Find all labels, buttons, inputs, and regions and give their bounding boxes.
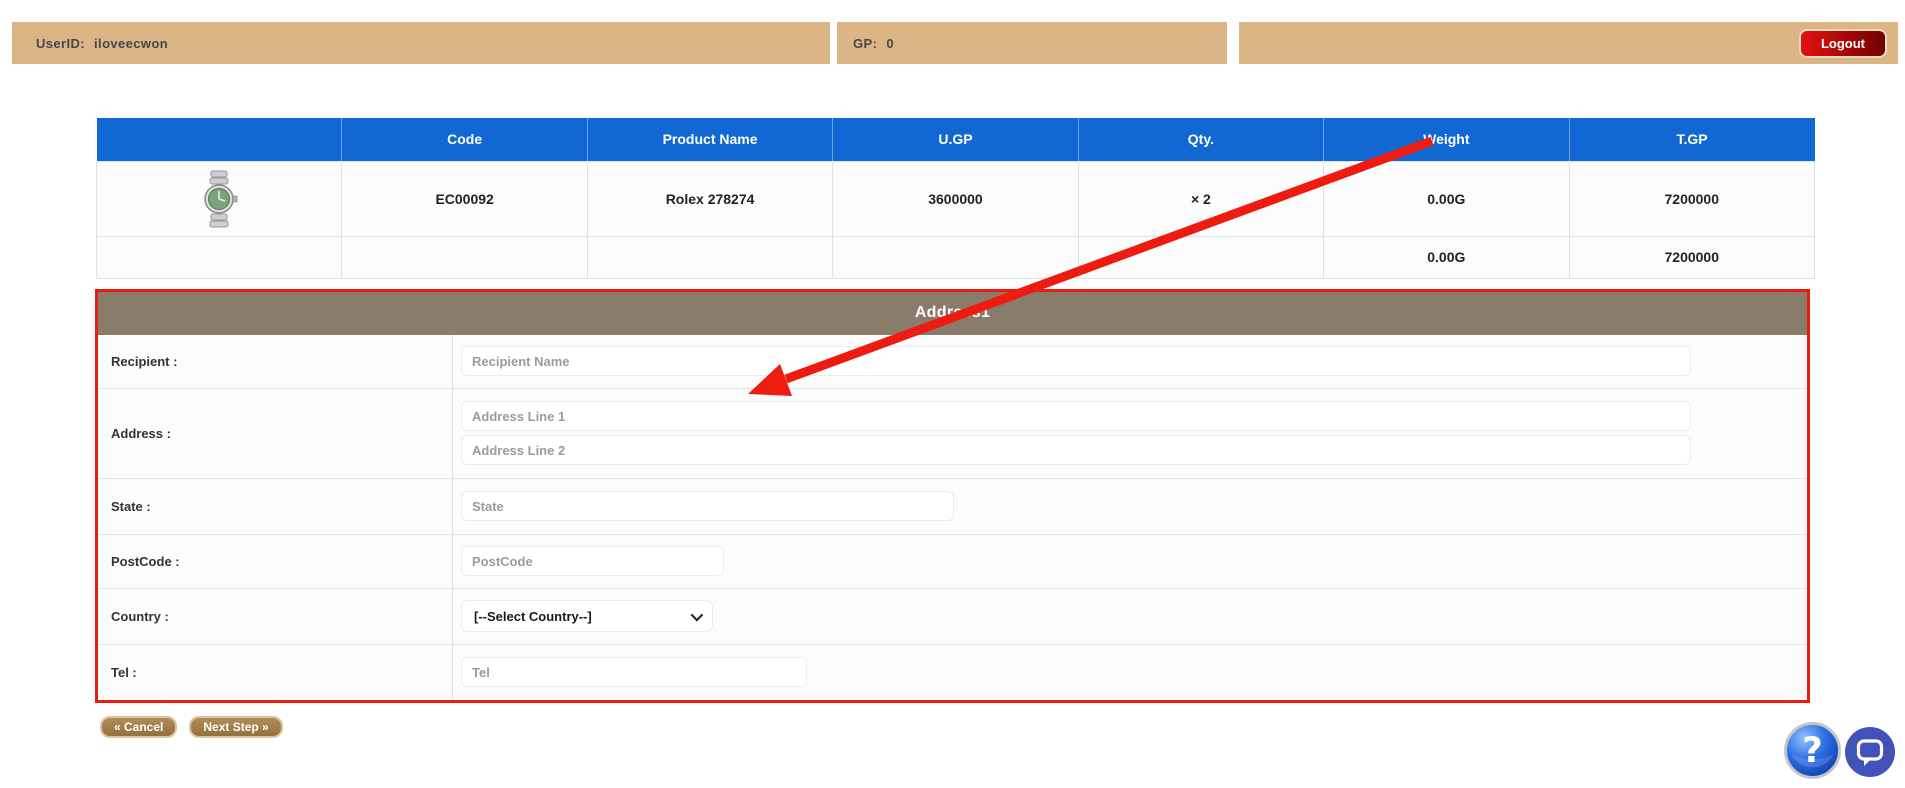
totals-weight: 0.00G <box>1324 236 1569 278</box>
recipient-input[interactable] <box>461 346 1691 376</box>
col-weight: Weight <box>1324 118 1569 161</box>
totals-empty-cell <box>342 236 587 278</box>
userid-value: iloveecwon <box>94 36 168 51</box>
col-product-name: Product Name <box>587 118 832 161</box>
col-tgp: T.GP <box>1569 118 1814 161</box>
totals-row: 0.00G 7200000 <box>97 236 1815 278</box>
country-label: Country : <box>98 589 453 644</box>
col-qty: Qty. <box>1078 118 1323 161</box>
form-actions: « Cancel Next Step » <box>100 716 1905 738</box>
address-section-red-box-annotation: Address1 Recipient : Address : State : P… <box>95 289 1810 703</box>
gp-value: 0 <box>886 36 894 51</box>
userid-section: UserID: iloveecwon <box>12 22 830 64</box>
recipient-label: Recipient : <box>98 335 453 388</box>
postcode-input-cell <box>453 535 1807 588</box>
address-line1-input[interactable] <box>461 401 1691 431</box>
next-step-button[interactable]: Next Step » <box>189 716 282 738</box>
product-tgp: 7200000 <box>1569 161 1814 236</box>
totals-empty-cell <box>1078 236 1323 278</box>
gp-section: GP: 0 <box>837 22 1227 64</box>
gp-label: GP: <box>853 36 877 51</box>
product-name: Rolex 278274 <box>587 161 832 236</box>
col-code: Code <box>342 118 587 161</box>
country-selected-value: [--Select Country--] <box>474 609 592 624</box>
top-bar: UserID: iloveecwon GP: 0 Logout <box>12 22 1898 64</box>
postcode-row: PostCode : <box>98 535 1807 589</box>
watch-product-image <box>196 170 242 228</box>
tel-input[interactable] <box>461 657 807 687</box>
product-ugp: 3600000 <box>833 161 1078 236</box>
product-image-cell <box>97 161 342 236</box>
address-section-title: Address1 <box>98 292 1807 335</box>
topbar-right-section: Logout <box>1239 22 1898 64</box>
product-code: EC00092 <box>342 161 587 236</box>
help-question-icon: ? <box>1783 721 1842 780</box>
totals-empty-cell <box>587 236 832 278</box>
tel-input-cell <box>453 645 1807 700</box>
logout-button[interactable]: Logout <box>1799 29 1887 58</box>
postcode-input[interactable] <box>461 546 724 576</box>
country-input-cell: [--Select Country--] <box>453 589 1807 644</box>
state-input[interactable] <box>461 491 954 521</box>
table-row: EC00092 Rolex 278274 3600000 × 2 0.00G 7… <box>97 161 1815 236</box>
postcode-label: PostCode : <box>98 535 453 588</box>
totals-empty-cell <box>97 236 342 278</box>
cart-product-table: Code Product Name U.GP Qty. Weight T.GP <box>96 118 1815 279</box>
totals-empty-cell <box>833 236 1078 278</box>
userid-label: UserID: <box>36 36 85 51</box>
state-row: State : <box>98 479 1807 535</box>
country-select[interactable]: [--Select Country--] <box>461 600 713 632</box>
tel-row: Tel : <box>98 645 1807 700</box>
product-qty: × 2 <box>1078 161 1323 236</box>
totals-tgp: 7200000 <box>1569 236 1814 278</box>
chevron-down-icon <box>691 608 704 621</box>
chat-bubble-icon <box>1844 726 1896 778</box>
recipient-row: Recipient : <box>98 335 1807 389</box>
address-label: Address : <box>98 389 453 478</box>
cancel-button[interactable]: « Cancel <box>100 716 177 738</box>
tel-label: Tel : <box>98 645 453 700</box>
chat-widget[interactable] <box>1844 726 1896 783</box>
address-input-cell <box>453 389 1807 478</box>
product-weight: 0.00G <box>1324 161 1569 236</box>
state-label: State : <box>98 479 453 534</box>
help-widget[interactable]: ? <box>1783 721 1842 785</box>
country-row: Country : [--Select Country--] <box>98 589 1807 645</box>
col-image <box>97 118 342 161</box>
col-ugp: U.GP <box>833 118 1078 161</box>
table-header-row: Code Product Name U.GP Qty. Weight T.GP <box>97 118 1815 161</box>
address-line2-input[interactable] <box>461 435 1691 465</box>
recipient-input-cell <box>453 335 1807 388</box>
state-input-cell <box>453 479 1807 534</box>
help-glyph: ? <box>1802 731 1822 771</box>
address-row: Address : <box>98 389 1807 479</box>
